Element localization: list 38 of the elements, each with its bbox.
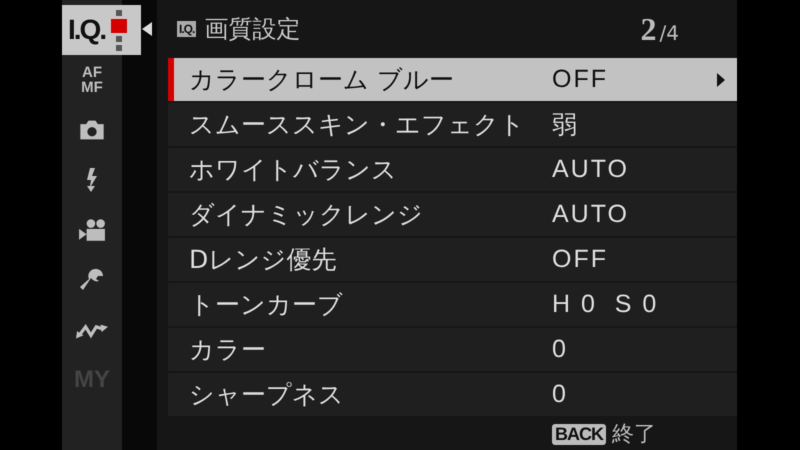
setting-value: H 0 S 0 — [552, 290, 658, 319]
tab-label: I.Q. — [68, 14, 106, 46]
menu-row[interactable]: シャープネス 0 — [168, 373, 737, 416]
zigzag-arrows-icon[interactable] — [76, 321, 108, 339]
tab-label[interactable]: AF MF — [81, 65, 103, 95]
setting-label: トーンカーブ — [188, 289, 344, 321]
menu-row[interactable]: カラークローム ブルー OFF — [168, 58, 737, 101]
menu-title: 画質設定 — [204, 14, 300, 45]
menu-row[interactable]: スムーススキン・エフェクト 弱 — [168, 103, 737, 146]
menu-row[interactable]: Dレンジ優先 OFF — [168, 238, 737, 281]
setting-value: AUTO — [552, 200, 629, 229]
chevron-icon — [717, 72, 725, 86]
setting-label: スムーススキン・エフェクト — [188, 109, 526, 141]
page-number: 2/4 — [640, 10, 679, 48]
movie-camera-icon[interactable] — [78, 218, 106, 242]
menu-row[interactable]: トーンカーブ H 0 S 0 — [168, 283, 737, 326]
setting-label: ホワイトバランス — [188, 154, 398, 186]
setting-value: OFF — [552, 65, 608, 94]
setting-label: カラークローム ブルー — [188, 64, 455, 96]
exit-label: 終了 — [612, 421, 656, 449]
setting-value: 0 — [552, 335, 568, 364]
camera-icon[interactable] — [78, 118, 106, 142]
setting-value: AUTO — [552, 155, 629, 184]
setting-value: 弱 — [552, 110, 579, 141]
menu-row[interactable]: ホワイトバランス AUTO — [168, 148, 737, 191]
setting-label: ダイナミックレンジ — [188, 199, 424, 231]
menu-row[interactable]: カラー 0 — [168, 328, 737, 371]
setting-value: 0 — [552, 380, 568, 409]
setting-value: OFF — [552, 245, 608, 274]
back-key: BACK — [552, 424, 606, 444]
section-badge: I.Q. — [177, 21, 196, 37]
selection-bar — [168, 58, 174, 101]
lightning-icon[interactable] — [85, 168, 99, 192]
setting-label: シャープネス — [188, 379, 345, 411]
menu-row[interactable]: ダイナミックレンジ AUTO — [168, 193, 737, 236]
setting-label: Dレンジ優先 — [188, 244, 338, 276]
setting-label: カラー — [188, 334, 267, 366]
menu-tab[interactable]: I.Q. — [62, 5, 141, 55]
